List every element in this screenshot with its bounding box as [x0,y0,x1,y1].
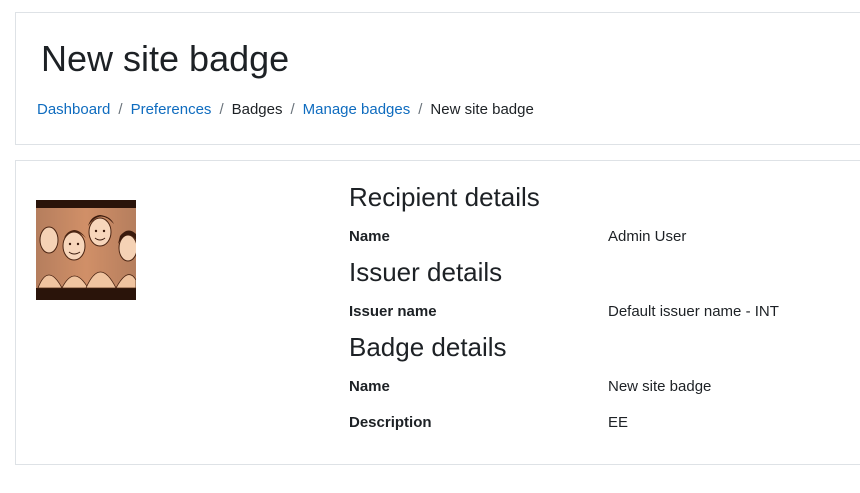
badge-name-value: New site badge [608,378,712,395]
breadcrumb-separator: / [219,101,224,118]
recipient-name-label: Name [349,228,390,245]
breadcrumb: Dashboard / Preferences / Badges / Manag… [37,100,534,120]
page-title: New site badge [41,38,290,79]
issuer-name-label: Issuer name [349,303,437,320]
badge-details-heading: Badge details [349,332,507,362]
breadcrumb-badges: Badges [231,101,283,118]
breadcrumb-manage-badges-link[interactable]: Manage badges [303,100,411,120]
breadcrumb-dashboard-link[interactable]: Dashboard [37,100,110,120]
badge-content-card: Recipient details Name Admin User Issuer… [15,160,860,465]
page-header: New site badge Dashboard / Preferences /… [15,12,860,145]
badge-image [36,200,136,300]
breadcrumb-preferences-link[interactable]: Preferences [131,100,212,120]
badge-description-label: Description [349,414,432,431]
breadcrumb-separator: / [290,101,295,118]
breadcrumb-separator: / [118,101,123,118]
badge-caricature-image [36,200,136,300]
breadcrumb-current-page: New site badge [430,101,534,118]
issuer-name-value: Default issuer name - INT [608,303,779,320]
issuer-details-heading: Issuer details [349,257,503,287]
breadcrumb-separator: / [418,101,423,118]
badge-description-value: EE [608,414,629,431]
badge-name-label: Name [349,378,390,395]
recipient-details-heading: Recipient details [349,182,540,212]
recipient-name-value: Admin User [608,228,687,245]
